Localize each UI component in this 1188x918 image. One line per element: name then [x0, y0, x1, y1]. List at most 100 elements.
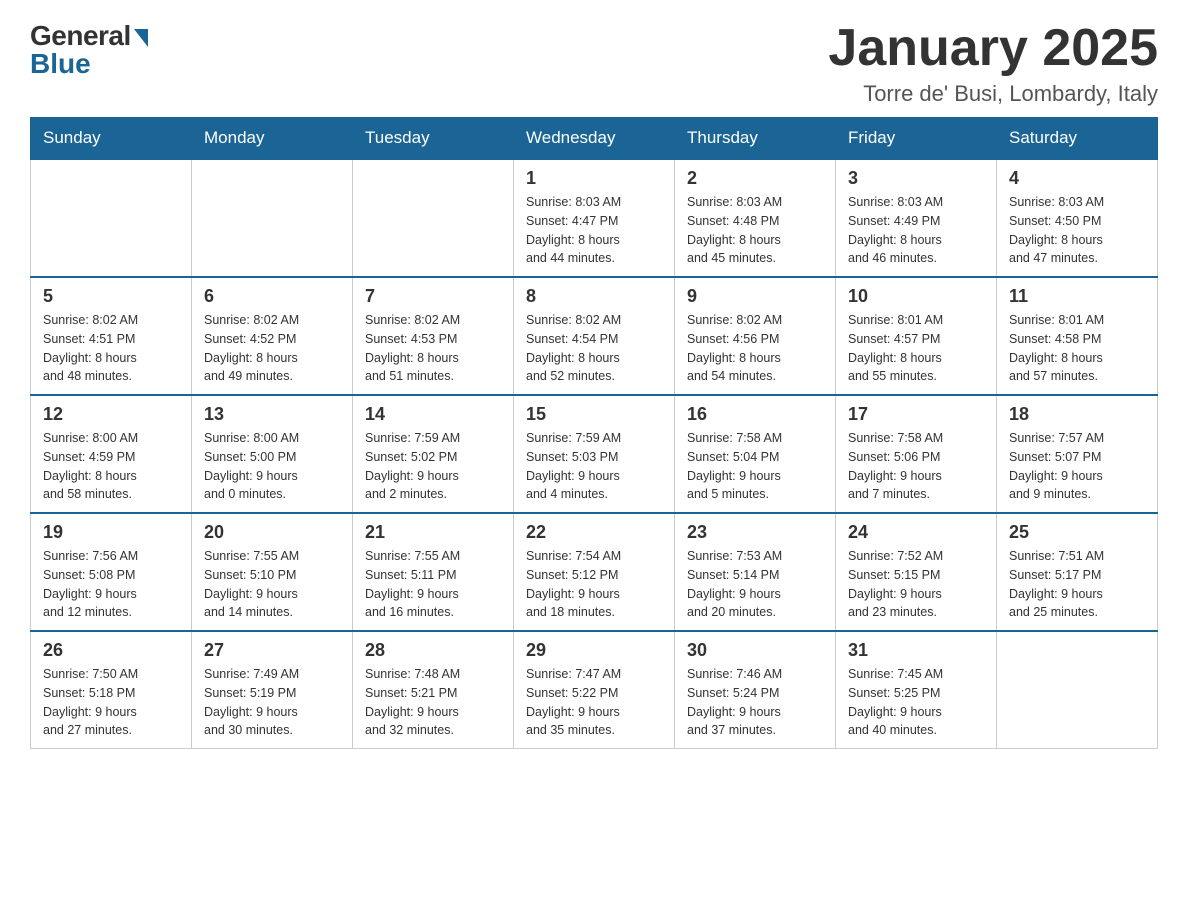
- day-number: 26: [43, 640, 179, 661]
- day-info: Sunrise: 8:02 AM Sunset: 4:54 PM Dayligh…: [526, 311, 662, 386]
- day-number: 15: [526, 404, 662, 425]
- calendar-cell: 8Sunrise: 8:02 AM Sunset: 4:54 PM Daylig…: [514, 277, 675, 395]
- week-row-4: 19Sunrise: 7:56 AM Sunset: 5:08 PM Dayli…: [31, 513, 1158, 631]
- day-info: Sunrise: 7:45 AM Sunset: 5:25 PM Dayligh…: [848, 665, 984, 740]
- week-row-5: 26 Sunrise: 7:50 AM Sunset: 5:18 PM Dayli…: [31, 631, 1158, 749]
- calendar-cell: [31, 159, 192, 277]
- calendar-cell: 17 Sunrise: 7:58 AM Sunset: 5:06 PM Dayli…: [836, 395, 997, 513]
- calendar-cell: 22Sunrise: 7:54 AM Sunset: 5:12 PM Dayli…: [514, 513, 675, 631]
- logo-arrow-icon: [134, 29, 148, 47]
- calendar-cell: 5 Sunrise: 8:02 AM Sunset: 4:51 PM Daylig…: [31, 277, 192, 395]
- day-info: Sunrise: 7:51 AM Sunset: 5:17 PM Dayligh…: [1009, 547, 1145, 622]
- day-info: Sunrise: 8:00 AM Sunset: 4:59 PM Dayligh…: [43, 429, 179, 504]
- month-title: January 2025: [828, 20, 1158, 77]
- day-info: Sunrise: 8:02 AM Sunset: 4:53 PM Dayligh…: [365, 311, 501, 386]
- day-number: 7: [365, 286, 501, 307]
- calendar-cell: 9 Sunrise: 8:02 AM Sunset: 4:56 PM Daylig…: [675, 277, 836, 395]
- day-info: Sunrise: 7:55 AM Sunset: 5:11 PM Dayligh…: [365, 547, 501, 622]
- day-info: Sunrise: 7:57 AM Sunset: 5:07 PM Dayligh…: [1009, 429, 1145, 504]
- calendar-cell: 10 Sunrise: 8:01 AM Sunset: 4:57 PM Dayli…: [836, 277, 997, 395]
- calendar-cell: 18Sunrise: 7:57 AM Sunset: 5:07 PM Dayli…: [997, 395, 1158, 513]
- day-info: Sunrise: 7:59 AM Sunset: 5:03 PM Dayligh…: [526, 429, 662, 504]
- day-number: 29: [526, 640, 662, 661]
- day-info: Sunrise: 8:02 AM Sunset: 4:52 PM Dayligh…: [204, 311, 340, 386]
- day-number: 24: [848, 522, 984, 543]
- page-header: General Blue January 2025 Torre de' Busi…: [30, 20, 1158, 107]
- calendar-cell: 3Sunrise: 8:03 AM Sunset: 4:49 PM Daylig…: [836, 159, 997, 277]
- day-info: Sunrise: 7:58 AM Sunset: 5:04 PM Dayligh…: [687, 429, 823, 504]
- day-number: 1: [526, 168, 662, 189]
- calendar-cell: 28 Sunrise: 7:48 AM Sunset: 5:21 PM Dayli…: [353, 631, 514, 749]
- day-info: Sunrise: 7:46 AM Sunset: 5:24 PM Dayligh…: [687, 665, 823, 740]
- day-number: 17: [848, 404, 984, 425]
- day-info: Sunrise: 7:52 AM Sunset: 5:15 PM Dayligh…: [848, 547, 984, 622]
- day-info: Sunrise: 7:49 AM Sunset: 5:19 PM Dayligh…: [204, 665, 340, 740]
- calendar-cell: 27 Sunrise: 7:49 AM Sunset: 5:19 PM Dayli…: [192, 631, 353, 749]
- day-number: 31: [848, 640, 984, 661]
- calendar-table: SundayMondayTuesdayWednesdayThursdayFrid…: [30, 117, 1158, 749]
- day-info: Sunrise: 8:00 AM Sunset: 5:00 PM Dayligh…: [204, 429, 340, 504]
- day-number: 20: [204, 522, 340, 543]
- day-info: Sunrise: 8:01 AM Sunset: 4:58 PM Dayligh…: [1009, 311, 1145, 386]
- day-number: 10: [848, 286, 984, 307]
- day-number: 3: [848, 168, 984, 189]
- title-section: January 2025 Torre de' Busi, Lombardy, I…: [828, 20, 1158, 107]
- day-info: Sunrise: 8:02 AM Sunset: 4:56 PM Dayligh…: [687, 311, 823, 386]
- weekday-header-saturday: Saturday: [997, 118, 1158, 160]
- week-row-3: 12 Sunrise: 8:00 AM Sunset: 4:59 PM Dayli…: [31, 395, 1158, 513]
- day-number: 27: [204, 640, 340, 661]
- day-number: 9: [687, 286, 823, 307]
- weekday-header-monday: Monday: [192, 118, 353, 160]
- logo-blue-text: Blue: [30, 48, 91, 80]
- calendar-cell: 4 Sunrise: 8:03 AM Sunset: 4:50 PM Daylig…: [997, 159, 1158, 277]
- weekday-header-tuesday: Tuesday: [353, 118, 514, 160]
- calendar-cell: 14 Sunrise: 7:59 AM Sunset: 5:02 PM Dayli…: [353, 395, 514, 513]
- calendar-cell: 23 Sunrise: 7:53 AM Sunset: 5:14 PM Dayli…: [675, 513, 836, 631]
- day-info: Sunrise: 7:58 AM Sunset: 5:06 PM Dayligh…: [848, 429, 984, 504]
- day-number: 30: [687, 640, 823, 661]
- calendar-cell: 13 Sunrise: 8:00 AM Sunset: 5:00 PM Dayli…: [192, 395, 353, 513]
- calendar-cell: [192, 159, 353, 277]
- day-number: 13: [204, 404, 340, 425]
- day-number: 4: [1009, 168, 1145, 189]
- day-number: 28: [365, 640, 501, 661]
- week-row-1: 1 Sunrise: 8:03 AM Sunset: 4:47 PM Daylig…: [31, 159, 1158, 277]
- day-info: Sunrise: 8:01 AM Sunset: 4:57 PM Dayligh…: [848, 311, 984, 386]
- calendar-cell: [997, 631, 1158, 749]
- day-number: 12: [43, 404, 179, 425]
- weekday-header-sunday: Sunday: [31, 118, 192, 160]
- day-info: Sunrise: 7:48 AM Sunset: 5:21 PM Dayligh…: [365, 665, 501, 740]
- day-info: Sunrise: 8:03 AM Sunset: 4:50 PM Dayligh…: [1009, 193, 1145, 268]
- day-info: Sunrise: 7:50 AM Sunset: 5:18 PM Dayligh…: [43, 665, 179, 740]
- day-number: 11: [1009, 286, 1145, 307]
- day-number: 19: [43, 522, 179, 543]
- calendar-cell: 6Sunrise: 8:02 AM Sunset: 4:52 PM Daylig…: [192, 277, 353, 395]
- day-number: 25: [1009, 522, 1145, 543]
- calendar-cell: 31 Sunrise: 7:45 AM Sunset: 5:25 PM Dayli…: [836, 631, 997, 749]
- weekday-header-friday: Friday: [836, 118, 997, 160]
- calendar-cell: 2Sunrise: 8:03 AM Sunset: 4:48 PM Daylig…: [675, 159, 836, 277]
- logo: General Blue: [30, 20, 148, 80]
- calendar-cell: 20 Sunrise: 7:55 AM Sunset: 5:10 PM Dayli…: [192, 513, 353, 631]
- weekday-header-row: SundayMondayTuesdayWednesdayThursdayFrid…: [31, 118, 1158, 160]
- day-number: 5: [43, 286, 179, 307]
- calendar-cell: 15 Sunrise: 7:59 AM Sunset: 5:03 PM Dayli…: [514, 395, 675, 513]
- calendar-cell: 24 Sunrise: 7:52 AM Sunset: 5:15 PM Dayli…: [836, 513, 997, 631]
- day-info: Sunrise: 7:59 AM Sunset: 5:02 PM Dayligh…: [365, 429, 501, 504]
- day-info: Sunrise: 7:55 AM Sunset: 5:10 PM Dayligh…: [204, 547, 340, 622]
- day-info: Sunrise: 8:03 AM Sunset: 4:48 PM Dayligh…: [687, 193, 823, 268]
- calendar-cell: 12 Sunrise: 8:00 AM Sunset: 4:59 PM Dayli…: [31, 395, 192, 513]
- day-number: 14: [365, 404, 501, 425]
- week-row-2: 5 Sunrise: 8:02 AM Sunset: 4:51 PM Daylig…: [31, 277, 1158, 395]
- calendar-cell: 16Sunrise: 7:58 AM Sunset: 5:04 PM Dayli…: [675, 395, 836, 513]
- day-number: 23: [687, 522, 823, 543]
- weekday-header-wednesday: Wednesday: [514, 118, 675, 160]
- day-info: Sunrise: 8:02 AM Sunset: 4:51 PM Dayligh…: [43, 311, 179, 386]
- day-info: Sunrise: 7:47 AM Sunset: 5:22 PM Dayligh…: [526, 665, 662, 740]
- calendar-cell: 29 Sunrise: 7:47 AM Sunset: 5:22 PM Dayli…: [514, 631, 675, 749]
- weekday-header-thursday: Thursday: [675, 118, 836, 160]
- day-info: Sunrise: 7:53 AM Sunset: 5:14 PM Dayligh…: [687, 547, 823, 622]
- calendar-cell: [353, 159, 514, 277]
- day-info: Sunrise: 8:03 AM Sunset: 4:47 PM Dayligh…: [526, 193, 662, 268]
- day-number: 21: [365, 522, 501, 543]
